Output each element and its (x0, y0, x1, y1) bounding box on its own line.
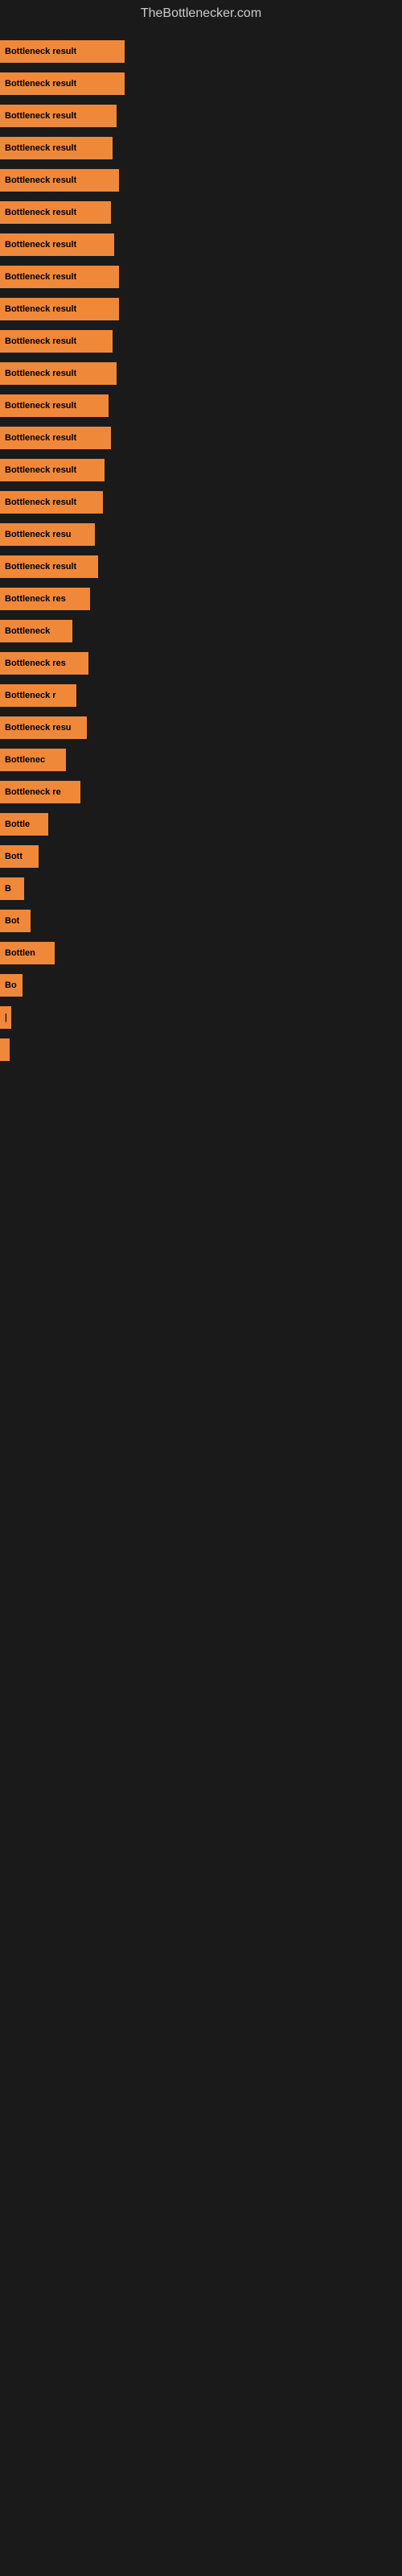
bar: Bottleneck result (0, 105, 117, 127)
bar-label: Bottle (5, 819, 30, 829)
bar-label: Bottleneck result (5, 143, 76, 153)
bar-row: Bottleneck result (0, 261, 402, 293)
bar-row: | (0, 1001, 402, 1034)
bar-row: Bottleneck resu (0, 712, 402, 744)
bar: Bottleneck resu (0, 523, 95, 546)
bar-row: Bottleneck res (0, 583, 402, 615)
bar-row: Bottleneck result (0, 68, 402, 100)
bar: Bottleneck res (0, 588, 90, 610)
bar-label: Bottleneck r (5, 691, 56, 700)
bar-row: Bottleneck result (0, 196, 402, 229)
bar-row: Bottleneck result (0, 486, 402, 518)
bar-label: B (5, 884, 11, 894)
bar: Bottleneck result (0, 491, 103, 514)
bar: Bott (0, 845, 39, 868)
bar: Bottleneck result (0, 40, 125, 63)
bar-row: Bottleneck result (0, 35, 402, 68)
bar: Bottleneck result (0, 330, 113, 353)
bar-row: Bottleneck result (0, 454, 402, 486)
bar-row: Bot (0, 905, 402, 937)
bar-row: Bottleneck result (0, 390, 402, 422)
bar-label: Bottleneck result (5, 497, 76, 507)
bar-row: Bottlen (0, 937, 402, 969)
bar: Bottleneck result (0, 233, 114, 256)
bar-row: Bottleneck result (0, 325, 402, 357)
bar-row: Bottleneck result (0, 357, 402, 390)
bar: | (0, 1006, 11, 1029)
bar: Bottleneck result (0, 137, 113, 159)
bar-row: Bottlenec (0, 744, 402, 776)
bar-row: Bottle (0, 808, 402, 840)
bar: Bottlenec (0, 749, 66, 771)
bar-row: Bottleneck result (0, 132, 402, 164)
bar-label: Bottleneck res (5, 658, 66, 668)
bar-label: Bottleneck result (5, 208, 76, 217)
bar-row: Bott (0, 840, 402, 873)
bar: Bottleneck result (0, 555, 98, 578)
bar: ▌ (0, 1038, 10, 1061)
bar-label: Bottleneck res (5, 594, 66, 604)
bar-label: Bottleneck result (5, 47, 76, 56)
bar-label: Bottlenec (5, 755, 45, 765)
bar-label: Bott (5, 852, 23, 861)
bar: Bottleneck result (0, 427, 111, 449)
bar-row: Bottleneck res (0, 647, 402, 679)
bar: Bottleneck result (0, 169, 119, 192)
bar-label: Bottleneck result (5, 433, 76, 443)
bar-row: Bottleneck result (0, 551, 402, 583)
bar-label: Bottleneck result (5, 240, 76, 250)
bar-label: Bottleneck re (5, 787, 61, 797)
bar-row: B (0, 873, 402, 905)
bars-container: Bottleneck result Bottleneck result Bottle… (0, 27, 402, 1074)
bar: B (0, 877, 24, 900)
bar-label: Bottleneck result (5, 175, 76, 185)
bar: Bottleneck resu (0, 716, 87, 739)
bar: Bottle (0, 813, 48, 836)
bar-row: Bottleneck result (0, 164, 402, 196)
bar-row: Bottleneck r (0, 679, 402, 712)
bar-label: Bot (5, 916, 19, 926)
bar-label: Bottleneck result (5, 562, 76, 572)
bar-label: Bottleneck result (5, 79, 76, 89)
bar-row: Bottleneck result (0, 422, 402, 454)
bar-label: Bottleneck result (5, 272, 76, 282)
bar-label: Bottlen (5, 948, 35, 958)
bar: Bottleneck (0, 620, 72, 642)
bar-label: Bo (5, 980, 17, 990)
bar-row: Bo (0, 969, 402, 1001)
bar-row: Bottleneck (0, 615, 402, 647)
bar: Bottleneck re (0, 781, 80, 803)
bar-row: Bottleneck resu (0, 518, 402, 551)
bar: Bottleneck res (0, 652, 88, 675)
bar: Bottleneck result (0, 362, 117, 385)
bar-label: Bottleneck result (5, 369, 76, 378)
bar-row: Bottleneck re (0, 776, 402, 808)
bar-label: Bottleneck result (5, 111, 76, 121)
bar-label: Bottleneck (5, 626, 50, 636)
bar-label: Bottleneck resu (5, 723, 72, 733)
bar: Bottleneck result (0, 459, 105, 481)
bar-row: Bottleneck result (0, 293, 402, 325)
bar-row: ▌ (0, 1034, 402, 1066)
bar: Bottleneck result (0, 298, 119, 320)
bar-label: | (5, 1013, 6, 1022)
bar-label: Bottleneck resu (5, 530, 72, 539)
bar: Bottleneck result (0, 72, 125, 95)
bar: Bottleneck r (0, 684, 76, 707)
bar-row: Bottleneck result (0, 229, 402, 261)
page-title: TheBottlenecker.com (0, 0, 402, 27)
bar: Bottleneck result (0, 266, 119, 288)
bar: Bottlen (0, 942, 55, 964)
bar: Bottleneck result (0, 394, 109, 417)
bar: Bottleneck result (0, 201, 111, 224)
bar-label: Bottleneck result (5, 465, 76, 475)
bar: Bo (0, 974, 23, 997)
bar-label: Bottleneck result (5, 336, 76, 346)
bar-label: Bottleneck result (5, 401, 76, 411)
bar: Bot (0, 910, 31, 932)
bar-row: Bottleneck result (0, 100, 402, 132)
bar-label: Bottleneck result (5, 304, 76, 314)
